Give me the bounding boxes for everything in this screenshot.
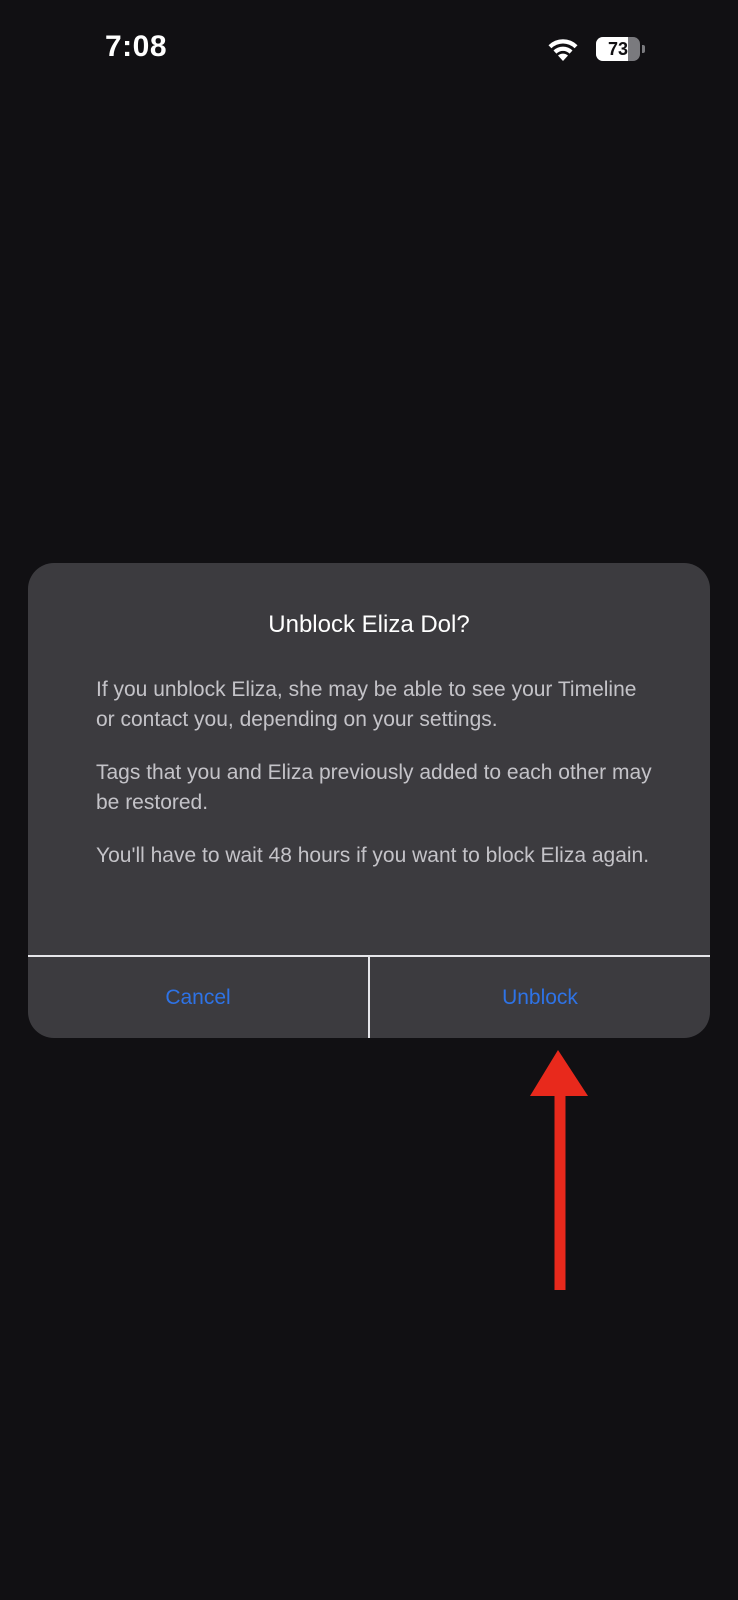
unblock-alert-dialog: Unblock Eliza Dol? If you unblock Eliza,… <box>28 563 710 1038</box>
arrow-up-annotation-icon <box>530 1050 588 1290</box>
screen: 7:08 73 Unblock Eliza Dol? If you unbloc… <box>0 0 738 1600</box>
wifi-icon <box>548 39 578 61</box>
unblock-button[interactable]: Unblock <box>370 957 710 1038</box>
battery-icon: 73 <box>596 37 645 61</box>
alert-paragraph: Tags that you and Eliza previously added… <box>96 761 652 814</box>
status-time: 7:08 <box>105 30 168 63</box>
cancel-button[interactable]: Cancel <box>28 957 368 1038</box>
alert-paragraph: You'll have to wait 48 hours if you want… <box>96 844 650 867</box>
status-bar: 7:08 73 <box>0 0 738 100</box>
alert-title: Unblock Eliza Dol? <box>268 611 470 638</box>
alert-paragraph: If you unblock Eliza, she may be able to… <box>96 678 637 731</box>
alert-actions: Cancel Unblock <box>28 957 710 1038</box>
alert-message: If you unblock Eliza, she may be able to… <box>96 675 656 894</box>
battery-level: 73 <box>607 39 629 59</box>
